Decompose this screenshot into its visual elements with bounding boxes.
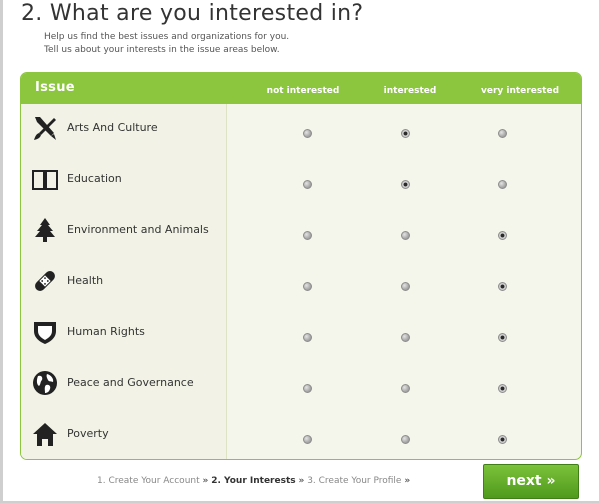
step-your-interests: 2. Your Interests [211,476,296,486]
header-not-interested: not interested [266,86,340,96]
window-left-edge [0,0,3,503]
shield-icon [32,319,58,345]
step-create-profile: 3. Create Your Profile [307,476,402,486]
step-separator: » [404,476,411,486]
intro-line-2: Tell us about your interests in the issu… [44,45,280,55]
radio-not-interested[interactable] [303,333,312,342]
issue-label: Arts And Culture [67,121,158,134]
radio-very-interested[interactable] [498,333,507,342]
issue-row: Peace and Governance [21,359,581,409]
header-issue-label: Issue [35,80,75,95]
step-separator: » [202,476,209,486]
issue-row: Education [21,155,581,205]
step-separator: » [298,476,305,486]
pine-tree-icon [32,217,58,243]
issue-row: Poverty [21,410,581,459]
issue-row: Health [21,257,581,307]
bandage-icon [32,268,58,294]
issue-label: Peace and Governance [67,376,194,389]
radio-not-interested[interactable] [303,435,312,444]
radio-not-interested[interactable] [303,231,312,240]
issue-label: Human Rights [67,325,145,338]
radio-not-interested[interactable] [303,282,312,291]
radio-very-interested[interactable] [498,435,507,444]
table-header: Issue not interested interested very int… [21,73,581,104]
radio-not-interested[interactable] [303,180,312,189]
intro-text: Help us find the best issues and organiz… [44,31,289,57]
radio-interested[interactable] [401,333,410,342]
interest-table: Issue not interested interested very int… [20,72,582,460]
radio-not-interested[interactable] [303,384,312,393]
radio-interested[interactable] [401,384,410,393]
page-title: 2. What are you interested in? [21,1,364,26]
globe-icon [32,370,58,396]
progress-steps: 1. Create Your Account » 2. Your Interes… [97,476,410,486]
issue-row: Human Rights [21,308,581,358]
issue-row: Arts And Culture [21,104,581,154]
next-button[interactable]: next » [483,464,579,499]
intro-line-1: Help us find the best issues and organiz… [44,32,290,42]
radio-very-interested[interactable] [498,384,507,393]
header-very-interested: very interested [480,86,560,96]
house-icon [32,421,58,447]
radio-very-interested[interactable] [498,282,507,291]
radio-interested[interactable] [401,129,410,138]
issue-label: Education [67,172,122,185]
radio-interested[interactable] [401,180,410,189]
radio-interested[interactable] [401,282,410,291]
issue-label: Poverty [67,427,109,440]
radio-not-interested[interactable] [303,129,312,138]
radio-very-interested[interactable] [498,180,507,189]
header-interested: interested [383,86,437,96]
radio-very-interested[interactable] [498,231,507,240]
radio-interested[interactable] [401,435,410,444]
art-brush-icon [32,115,58,141]
radio-very-interested[interactable] [498,129,507,138]
radio-interested[interactable] [401,231,410,240]
issue-label: Environment and Animals [67,223,209,236]
issue-row: Environment and Animals [21,206,581,256]
open-book-icon [32,166,58,192]
issue-label: Health [67,274,104,287]
step-create-account: 1. Create Your Account [97,476,200,486]
